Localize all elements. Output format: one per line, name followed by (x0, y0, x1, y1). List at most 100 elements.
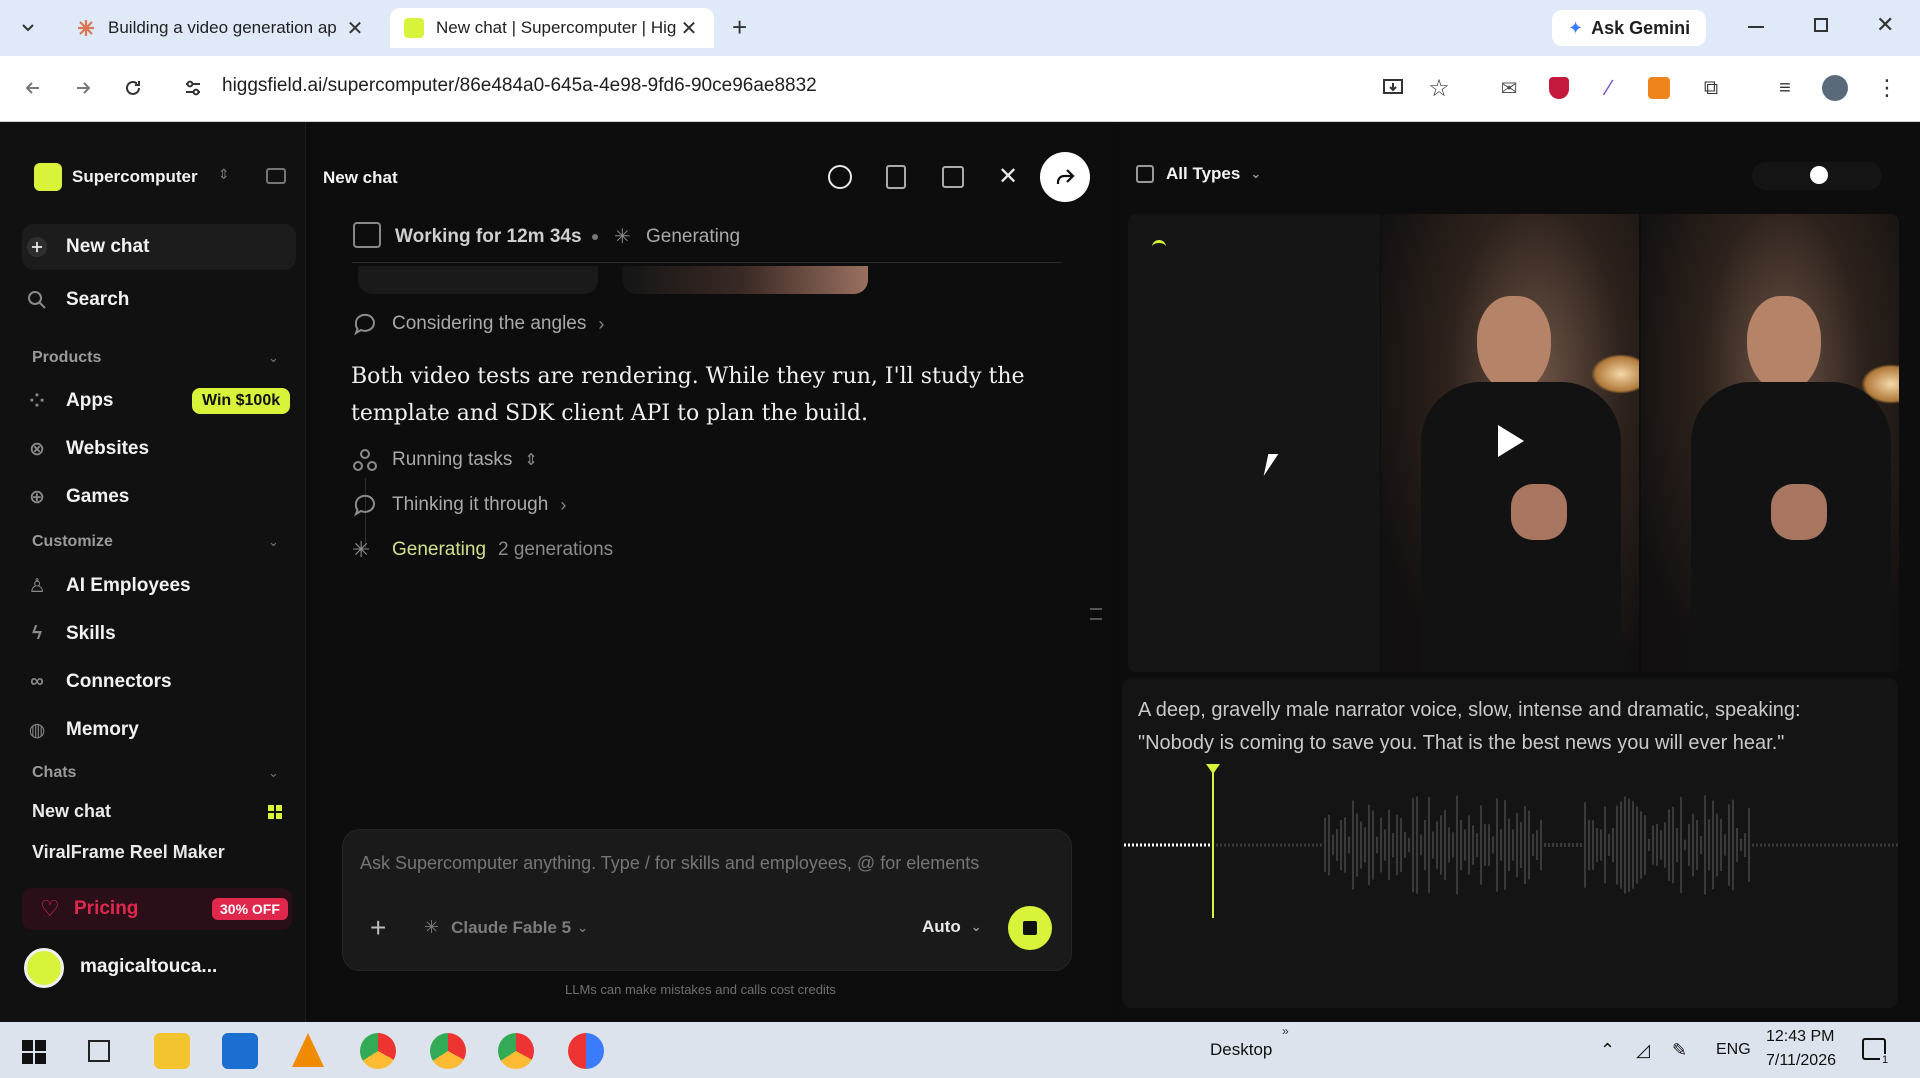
chats-section-label[interactable]: Chats (32, 764, 76, 782)
ask-gemini-button[interactable]: ✦ Ask Gemini (1552, 10, 1707, 46)
waveform-bar (1168, 843, 1170, 847)
back-button[interactable] (18, 73, 48, 103)
waveform-bar (1668, 809, 1670, 881)
customize-section-label[interactable]: Customize (32, 533, 113, 551)
thumbnail-strip-left (358, 266, 598, 294)
chat-item-viralframe[interactable]: ViralFrame Reel Maker (32, 842, 225, 863)
sidebar-item-apps[interactable]: ⁘ Apps (26, 381, 113, 421)
customize-chevron-icon[interactable]: ⌄ (268, 534, 279, 550)
forward-button[interactable] (68, 73, 98, 103)
media-controls-icon[interactable]: ≡ (1770, 73, 1800, 103)
url-text[interactable]: higgsfield.ai/supercomputer/86e484a0-645… (222, 75, 817, 97)
sidebar-item-connectors[interactable]: ∞ Connectors (26, 662, 171, 702)
waveform-bar (1460, 819, 1462, 871)
tab-new-chat[interactable]: New chat | Supercomputer | Hig ✕ (390, 8, 714, 48)
workspace-switcher[interactable]: Supercomputer (34, 163, 198, 191)
search-item[interactable]: Search (26, 280, 129, 320)
model-selector[interactable]: ✳ Claude Fable 5 ⌄ (424, 917, 588, 938)
circle-toggle-icon[interactable] (828, 165, 852, 189)
network-icon[interactable]: ◿ (1636, 1040, 1650, 1061)
calculator-icon[interactable] (886, 165, 906, 189)
reload-button[interactable] (118, 73, 148, 103)
waveform-bar (1600, 829, 1602, 861)
task-view-icon[interactable] (88, 1040, 110, 1062)
profile-avatar-icon[interactable] (1820, 73, 1850, 103)
type-filter-dropdown[interactable]: All Types ⌄ (1136, 164, 1261, 184)
close-tab-icon[interactable]: ✕ (344, 16, 366, 41)
tray-up-icon[interactable]: ⌃ (1600, 1040, 1615, 1061)
bookmark-star-icon[interactable]: ☆ (1424, 73, 1454, 103)
close-tab-icon[interactable]: ✕ (678, 16, 700, 41)
video-thumbnail-2[interactable] (1641, 214, 1899, 672)
chrome-remote-icon[interactable] (568, 1033, 604, 1069)
install-app-icon[interactable] (1378, 73, 1408, 103)
tab-building-video[interactable]: Building a video generation ap ✕ (62, 8, 380, 48)
pen-extension-icon[interactable]: ∕ (1594, 73, 1624, 103)
mail-extension-icon[interactable]: ✉ (1494, 73, 1524, 103)
slider-knob[interactable] (1810, 166, 1828, 184)
browser-menu-icon[interactable]: ⋮ (1872, 73, 1902, 103)
products-chevron-icon[interactable]: ⌄ (268, 350, 279, 366)
share-button[interactable] (1040, 152, 1090, 202)
extensions-puzzle-icon[interactable]: ⧉ (1696, 73, 1726, 103)
add-attachment-button[interactable]: + (370, 912, 386, 944)
sidebar-item-websites[interactable]: ⊗ Websites (26, 429, 149, 469)
chats-chevron-icon[interactable]: ⌄ (268, 765, 279, 781)
close-panel-icon[interactable]: ✕ (998, 162, 1018, 191)
generating-row[interactable]: ✳ Generating 2 generations (352, 537, 613, 563)
waveform-bar (1572, 843, 1574, 847)
stop-generation-button[interactable] (1008, 906, 1052, 950)
outlook-icon[interactable] (222, 1033, 258, 1069)
user-avatar[interactable] (24, 948, 64, 988)
minimize-button[interactable] (1748, 26, 1764, 28)
start-windows-icon[interactable] (22, 1040, 46, 1064)
chat-item-new-chat[interactable]: New chat (32, 801, 111, 822)
tab-list-button[interactable] (14, 14, 42, 42)
waveform-bar (1436, 821, 1438, 869)
panel-resize-handle[interactable] (1090, 608, 1102, 620)
sidebar-item-skills[interactable]: ϟ Skills (26, 614, 116, 654)
username[interactable]: magicaltouca... (80, 956, 217, 978)
close-window-button[interactable]: ✕ (1876, 12, 1894, 38)
restore-button[interactable] (1814, 18, 1828, 32)
sidebar-item-games[interactable]: ⊕ Games (26, 477, 129, 517)
new-chat-item[interactable]: New chat (26, 227, 149, 267)
calendar-icon[interactable] (942, 166, 964, 188)
win-badge[interactable]: Win $100k (192, 388, 291, 414)
generating-placeholder-card[interactable] (1128, 214, 1380, 672)
play-icon[interactable] (1498, 425, 1524, 457)
waveform-bar (1700, 835, 1702, 855)
chrome-icon-1[interactable] (360, 1033, 396, 1069)
desktop-toolbar[interactable]: Desktop (1210, 1040, 1272, 1060)
running-tasks-row[interactable]: Running tasks ⇕ (352, 447, 538, 473)
vlc-icon[interactable] (292, 1033, 324, 1067)
considering-row[interactable]: Considering the angles › (352, 311, 604, 337)
workspace-chevron-icon[interactable]: ⇕ (218, 166, 230, 183)
chrome-icon-2[interactable] (430, 1033, 466, 1069)
collapse-sidebar-icon[interactable] (266, 168, 286, 184)
clock-time[interactable]: 12:43 PM (1766, 1028, 1834, 1046)
pen-icon[interactable]: ✎ (1672, 1040, 1687, 1061)
mode-selector[interactable]: Auto ⌄ (922, 917, 982, 937)
file-explorer-icon[interactable] (154, 1033, 190, 1069)
clock-date[interactable]: 7/11/2026 (1766, 1052, 1836, 1070)
overflow-chevron-icon[interactable]: » (1282, 1024, 1289, 1038)
orange-extension-icon[interactable] (1644, 73, 1674, 103)
chrome-icon-3[interactable] (498, 1033, 534, 1069)
waveform-bar (1512, 829, 1514, 861)
ublock-extension-icon[interactable] (1544, 73, 1574, 103)
language-indicator[interactable]: ENG (1716, 1041, 1751, 1059)
products-section-label[interactable]: Products (32, 349, 101, 367)
generating-status: Generating (646, 226, 741, 247)
chat-input[interactable] (360, 853, 1050, 874)
playhead[interactable] (1212, 770, 1214, 918)
sidebar-item-ai-employees[interactable]: ♙ AI Employees (26, 566, 190, 606)
new-tab-button[interactable]: + (732, 12, 747, 43)
waveform-bar (1416, 796, 1418, 894)
waveform-bar (1692, 813, 1694, 877)
waveform-bar (1896, 843, 1898, 847)
sidebar-item-memory[interactable]: ◍ Memory (26, 710, 139, 750)
thinking-row[interactable]: Thinking it through › (352, 492, 566, 518)
waveform[interactable] (1122, 770, 1898, 920)
site-info-button[interactable] (178, 73, 208, 103)
